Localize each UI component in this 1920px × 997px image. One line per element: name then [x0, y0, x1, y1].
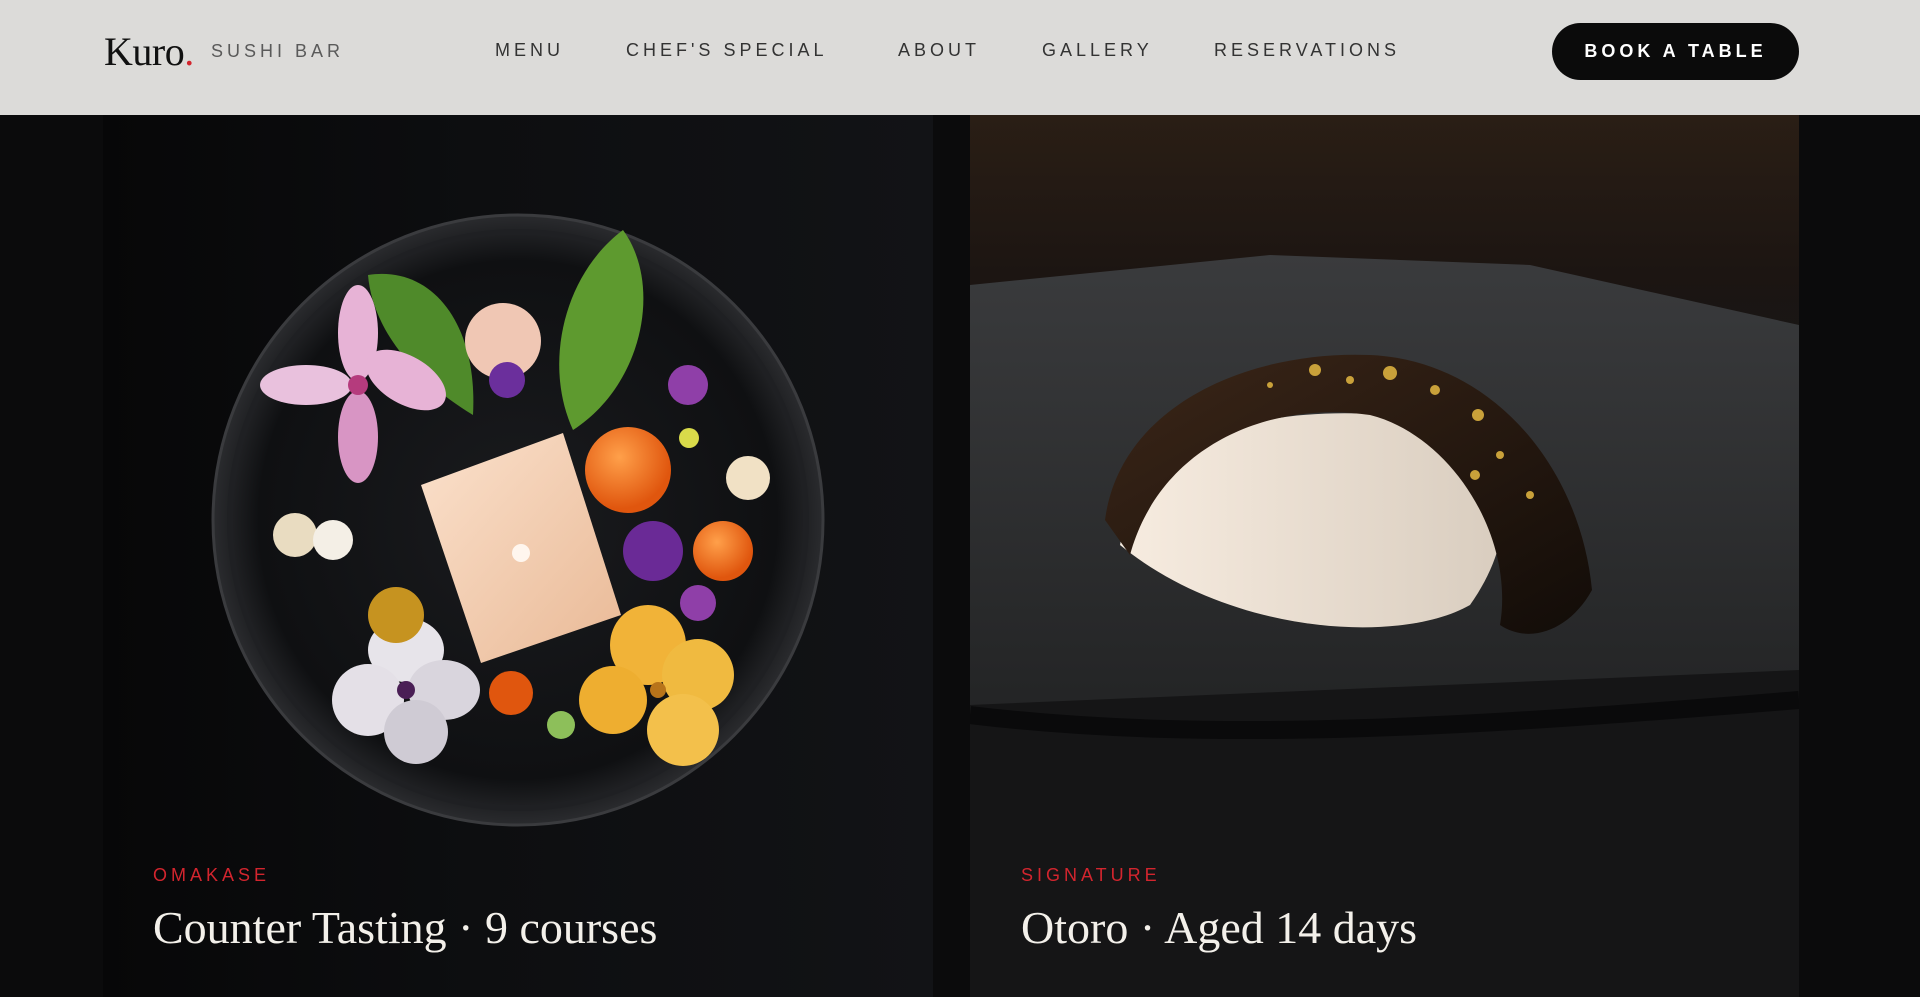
- card-eyebrow: OMAKASE: [153, 865, 271, 885]
- nav-item-about[interactable]: ABOUT: [898, 40, 980, 61]
- nav-item-gallery[interactable]: GALLERY: [1042, 40, 1153, 61]
- nav-item-reservations[interactable]: RESERVATIONS: [1214, 40, 1400, 61]
- brand-subtitle: SUSHI BAR: [211, 41, 345, 61]
- card-omakase[interactable]: OMAKASE Counter Tasting · 9 courses: [103, 115, 933, 997]
- card-title: Otoro · Aged 14 days: [1021, 902, 1418, 953]
- nav-item-chefs-special[interactable]: CHEF'S SPECIAL: [626, 40, 827, 61]
- brand-logo[interactable]: Kuro.: [104, 28, 194, 75]
- card-signature[interactable]: SIGNATURE Otoro · Aged 14 days: [970, 115, 1799, 997]
- book-table-button[interactable]: BOOK A TABLE: [1552, 23, 1799, 80]
- brand-dot: .: [184, 29, 194, 74]
- card-eyebrow: SIGNATURE: [1021, 865, 1161, 885]
- brand-name: Kuro: [104, 29, 185, 74]
- card-title: Counter Tasting · 9 courses: [153, 902, 658, 953]
- site-header: Kuro. SUSHI BAR MENU CHEF'S SPECIAL ABOU…: [0, 0, 1920, 115]
- nav-item-menu[interactable]: MENU: [495, 40, 564, 61]
